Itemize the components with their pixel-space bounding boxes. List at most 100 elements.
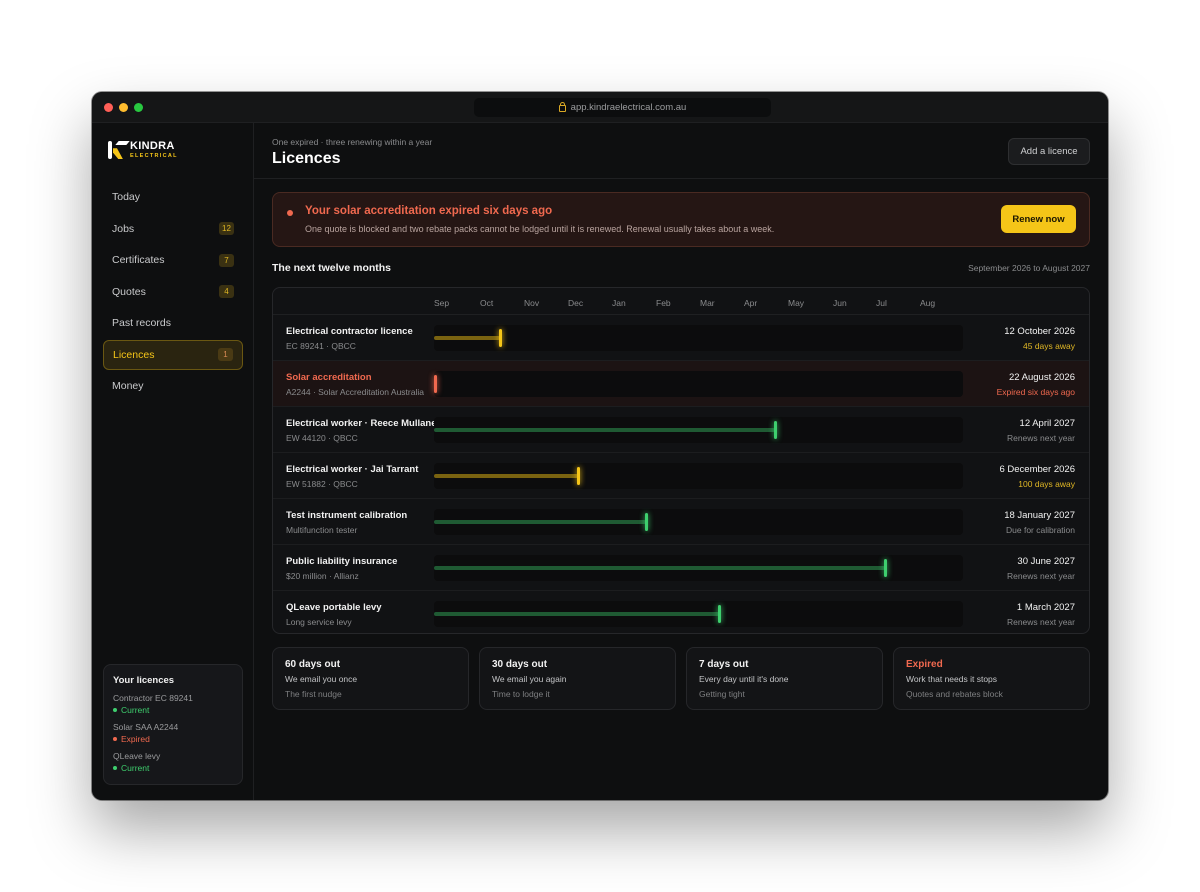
licence-name: Electrical worker · Jai Tarrant [286, 464, 419, 475]
licence-summary-item[interactable]: Contractor EC 89241 Current [113, 693, 233, 715]
minimize-window-button[interactable] [119, 103, 128, 112]
brand-name: KINDRA [130, 140, 175, 152]
month-label: Feb [656, 298, 671, 308]
sidebar-item-label: Quotes [112, 285, 146, 298]
licence-name: Electrical worker · Reece Mullane [286, 418, 437, 429]
month-label: Sep [434, 298, 450, 308]
close-window-button[interactable] [104, 103, 113, 112]
timeline-progress-bar [434, 474, 578, 478]
reminder-card: 60 days out We email you once The first nu… [272, 647, 469, 710]
reminder-action: Work that needs it stops [906, 674, 998, 684]
licence-name: Test instrument calibration [286, 510, 408, 521]
brand-logo[interactable]: KINDRA ELECTRICAL [108, 141, 178, 160]
brand-sub: ELECTRICAL [130, 153, 178, 159]
licence-summary-name: QLeave levy [113, 751, 161, 761]
page-subtitle: One expired · three renewing within a ye… [272, 137, 433, 147]
sidebar-item-licences[interactable]: Licences 1 [103, 339, 243, 370]
licence-row[interactable]: Electrical worker · Reece Mullane EW 4412… [273, 407, 1089, 453]
lock-icon [558, 102, 566, 112]
timeline-progress-bar [434, 612, 720, 616]
month-label: May [788, 298, 805, 308]
licence-row[interactable]: Test instrument calibration Multifunction… [273, 499, 1089, 545]
reminder-title: 30 days out [492, 659, 548, 670]
sidebar-nav: Today Jobs 12 Certificates 7 Quotes 4 Past reco… [103, 182, 243, 403]
licence-row[interactable]: Electrical contractor licence EC 89241 · … [273, 315, 1089, 361]
expiry-date: 12 October 2026 [1004, 326, 1075, 337]
timeline-progress-bar [434, 428, 776, 432]
month-label: Jun [833, 298, 847, 308]
reminder-note: The first nudge [285, 689, 342, 699]
licence-row[interactable]: Public liability insurance $20 million · … [273, 545, 1089, 591]
alert-dot-icon [287, 210, 293, 216]
page-header: One expired · three renewing within a ye… [254, 123, 1108, 179]
expiry-status: Due for calibration [1006, 525, 1075, 535]
reminder-note: Time to lodge it [492, 689, 550, 699]
renew-now-button[interactable]: Renew now [1001, 205, 1076, 233]
month-label: Dec [568, 298, 584, 308]
count-badge: 1 [218, 348, 233, 361]
licence-summary-status-label: Current [121, 705, 150, 715]
reminder-card: 7 days out Every day until it's done Getti… [686, 647, 883, 710]
licence-summary-status: Expired [113, 734, 233, 744]
sidebar-item-label: Today [112, 191, 141, 203]
expiry-date: 6 December 2026 [999, 464, 1075, 475]
reminder-action: We email you again [492, 674, 567, 684]
timeline-title: The next twelve months [272, 262, 392, 274]
licence-detail: Long service levy [286, 617, 352, 627]
licence-summary-status-label: Expired [121, 734, 150, 744]
expiry-status: 45 days away [1023, 341, 1075, 351]
licence-row[interactable]: Electrical worker · Jai Tarrant EW 51882 … [273, 453, 1089, 499]
url-text: app.kindraelectrical.com.au [570, 102, 687, 113]
expiry-date: 18 January 2027 [1004, 510, 1075, 521]
expiry-marker [883, 559, 887, 577]
timeline-track [434, 601, 963, 627]
sidebar-item-past-records[interactable]: Past records [103, 308, 243, 338]
status-dot-icon [113, 737, 117, 741]
licence-summary-title: Your licences [113, 675, 175, 686]
reminder-title: Expired [906, 659, 943, 670]
licence-detail: EW 44120 · QBCC [286, 433, 358, 443]
add-licence-button[interactable]: Add a licence [1008, 138, 1090, 165]
expired-alert: Your solar accreditation expired six day… [272, 192, 1090, 247]
sidebar-item-today[interactable]: Today [103, 182, 243, 212]
timeline-track [434, 463, 963, 489]
sidebar-item-money[interactable]: Money [103, 371, 243, 401]
licence-summary-status: Current [113, 705, 233, 715]
licence-detail: Multifunction tester [286, 525, 358, 535]
status-dot-icon [113, 766, 117, 770]
sidebar: KINDRA ELECTRICAL Today Jobs 12 Certificate… [92, 123, 254, 800]
page-title: Licences [272, 150, 341, 167]
expiry-status: Expired six days ago [996, 387, 1075, 397]
licence-row[interactable]: Solar accreditation A2244 · Solar Accredi… [273, 361, 1089, 407]
reminder-cards: 60 days out We email you once The first nu… [272, 647, 1090, 710]
expiry-marker [718, 605, 722, 623]
timeline-track [434, 555, 963, 581]
month-label: Jul [876, 298, 887, 308]
sidebar-item-certificates[interactable]: Certificates 7 [103, 245, 243, 275]
timeline-range: September 2026 to August 2027 [968, 263, 1090, 273]
sidebar-item-quotes[interactable]: Quotes 4 [103, 277, 243, 307]
app-window: app.kindraelectrical.com.au KINDRA ELECT… [92, 92, 1108, 800]
reminder-note: Quotes and rebates block [906, 689, 1003, 699]
reminder-card: 30 days out We email you again Time to lod… [479, 647, 676, 710]
address-bar[interactable]: app.kindraelectrical.com.au [474, 98, 771, 117]
licence-summary-item[interactable]: Solar SAA A2244 Expired [113, 722, 233, 744]
sidebar-item-label: Money [112, 380, 144, 392]
licence-name: Public liability insurance [286, 556, 398, 567]
maximize-window-button[interactable] [134, 103, 143, 112]
alert-title: Your solar accreditation expired six day… [305, 205, 553, 217]
expiry-status: Renews next year [1006, 433, 1075, 443]
expiry-date: 1 March 2027 [1016, 602, 1075, 613]
expiry-marker [499, 329, 503, 347]
timeline-track [434, 509, 963, 535]
expiry-date: 30 June 2027 [1017, 556, 1075, 567]
alert-body: One quote is blocked and two rebate pack… [305, 224, 775, 234]
main-content: One expired · three renewing within a ye… [254, 123, 1108, 800]
expiry-date: 22 August 2026 [1008, 372, 1075, 383]
licence-summary-item[interactable]: QLeave levy Current [113, 751, 233, 773]
licence-summary-status: Current [113, 763, 233, 773]
sidebar-item-jobs[interactable]: Jobs 12 [103, 214, 243, 244]
timeline-progress-bar [434, 520, 647, 524]
reminder-title: 7 days out [699, 659, 749, 670]
licence-row[interactable]: QLeave portable levy Long service levy 1 M… [273, 591, 1089, 633]
